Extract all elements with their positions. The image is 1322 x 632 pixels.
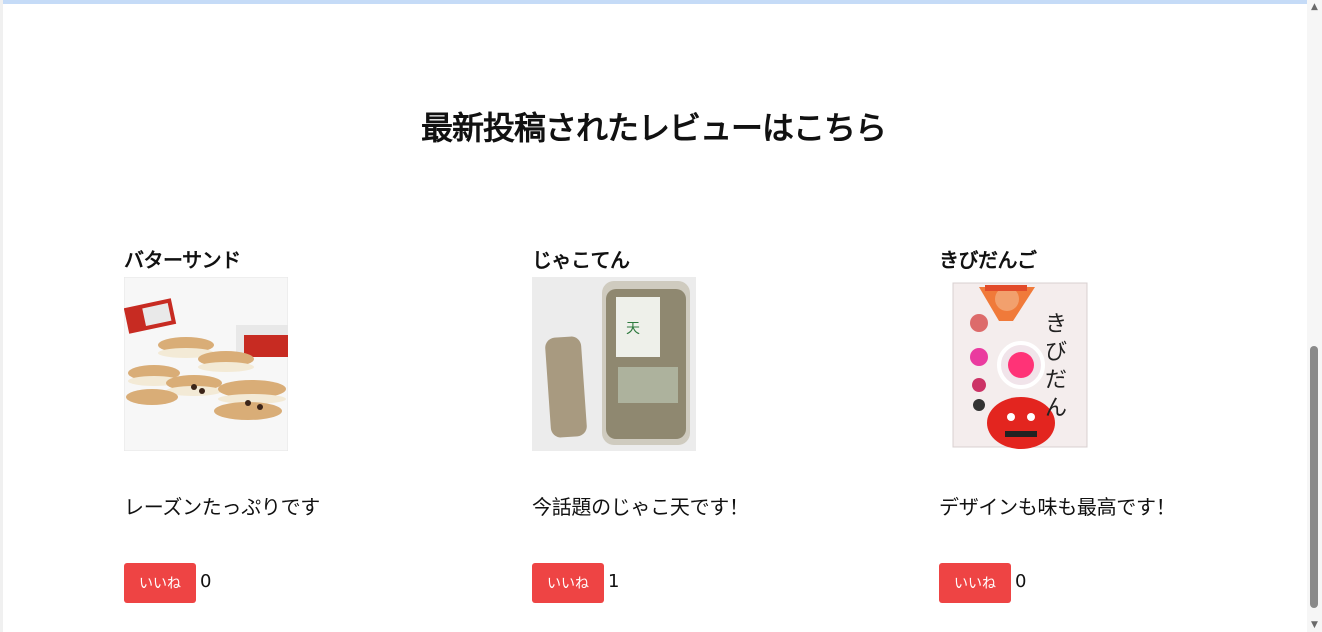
like-row: いいね 0 xyxy=(124,563,211,603)
top-accent-bar xyxy=(0,0,1307,4)
svg-text:び: び xyxy=(1045,340,1067,365)
like-count: 0 xyxy=(1015,570,1027,592)
review-title: じゃこてん xyxy=(532,248,630,272)
svg-text:き: き xyxy=(1045,312,1067,337)
review-comment: レーズンたっぷりです xyxy=(124,495,320,519)
review-title: きびだんご xyxy=(939,248,1037,272)
like-count: 1 xyxy=(608,570,620,592)
review-image-jakoten: 天 xyxy=(532,277,696,451)
like-row: いいね 1 xyxy=(532,563,619,603)
scrollbar-thumb[interactable] xyxy=(1310,346,1318,608)
page-title: 最新投稿されたレビューはこちら xyxy=(420,109,887,148)
like-row: いいね 0 xyxy=(939,563,1026,603)
review-comment: 今話題のじゃこ天です！ xyxy=(532,495,749,519)
svg-text:ん: ん xyxy=(1045,396,1067,421)
like-button[interactable]: いいね xyxy=(124,563,196,603)
review-title: バターサンド xyxy=(124,248,241,272)
svg-text:天: 天 xyxy=(626,321,640,337)
review-card: バターサンド レーズンたっぷりです いいね 0 xyxy=(124,246,454,616)
svg-text:だ: だ xyxy=(1045,368,1067,393)
like-button[interactable]: いいね xyxy=(532,563,604,603)
review-comment: デザインも味も最高です！ xyxy=(939,495,1176,519)
triangle-down-icon[interactable]: ▼ xyxy=(1307,618,1322,632)
review-image-kibidango: き び だ ん xyxy=(939,277,1103,451)
like-button[interactable]: いいね xyxy=(939,563,1011,603)
left-edge xyxy=(0,0,3,632)
like-count: 0 xyxy=(200,570,212,592)
vertical-scrollbar[interactable]: ▲ ▼ xyxy=(1307,0,1322,632)
triangle-up-icon[interactable]: ▲ xyxy=(1307,0,1322,14)
review-card: きびだんご き び だ ん デザインも味も最高です！ いいね 0 xyxy=(939,246,1269,616)
review-image-butter-sandwich xyxy=(124,277,288,451)
review-card: じゃこてん 天 今話題のじゃこ天です！ いいね 1 xyxy=(532,246,862,616)
